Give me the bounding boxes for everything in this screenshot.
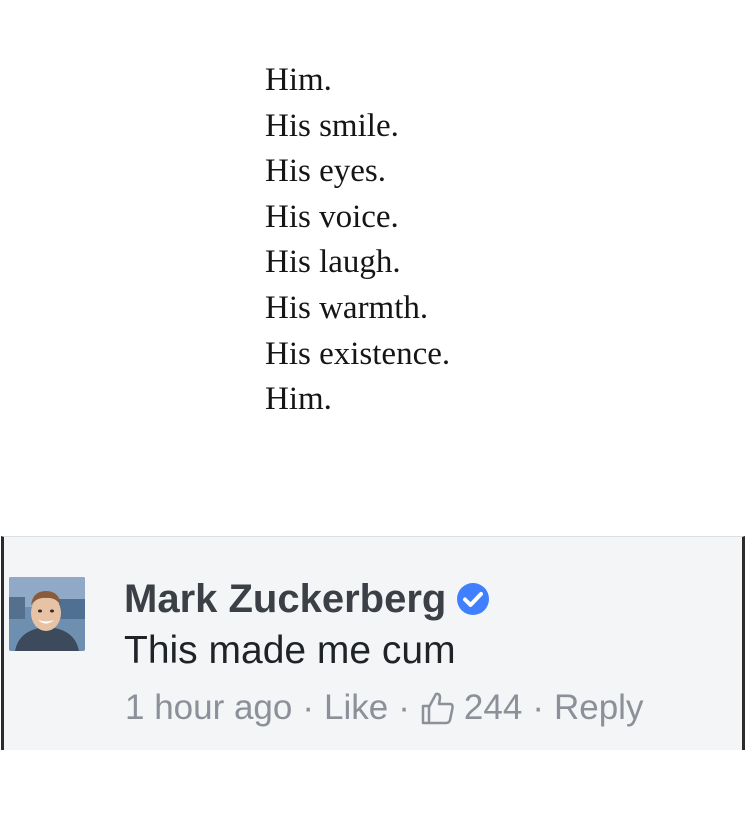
avatar[interactable] bbox=[9, 577, 85, 651]
separator: · bbox=[398, 688, 410, 727]
poem-line: His voice. bbox=[265, 198, 399, 235]
like-button[interactable]: Like bbox=[324, 688, 388, 728]
verified-badge-icon bbox=[456, 582, 490, 616]
poem-text: Him. His smile. His eyes. His voice. His… bbox=[265, 58, 450, 423]
separator: · bbox=[302, 688, 315, 727]
thumbs-up-icon[interactable] bbox=[420, 690, 456, 726]
comment-card: Mark Zuckerberg This made me cum 1 hour … bbox=[1, 536, 745, 750]
profile-photo-icon bbox=[9, 577, 85, 651]
poem-line: His smile. bbox=[265, 107, 399, 144]
comment-text: This made me cum bbox=[124, 629, 456, 672]
separator: · bbox=[532, 688, 544, 727]
author-name[interactable]: Mark Zuckerberg bbox=[124, 577, 446, 622]
poem-line: Him. bbox=[265, 381, 332, 418]
poem-line: His warmth. bbox=[265, 289, 429, 326]
like-count[interactable]: 244 bbox=[464, 688, 522, 728]
reply-button[interactable]: Reply bbox=[554, 688, 643, 728]
poem-line: Him. bbox=[265, 62, 332, 98]
comment-actions: 1 hour ago · Like · 244 · Reply bbox=[125, 685, 643, 731]
comment-author-row: Mark Zuckerberg bbox=[124, 574, 490, 624]
comment-timestamp[interactable]: 1 hour ago bbox=[125, 688, 292, 728]
poem-line: His eyes. bbox=[265, 153, 386, 190]
poem-line: His laugh. bbox=[265, 244, 401, 281]
poem-line: His existence. bbox=[265, 335, 451, 372]
